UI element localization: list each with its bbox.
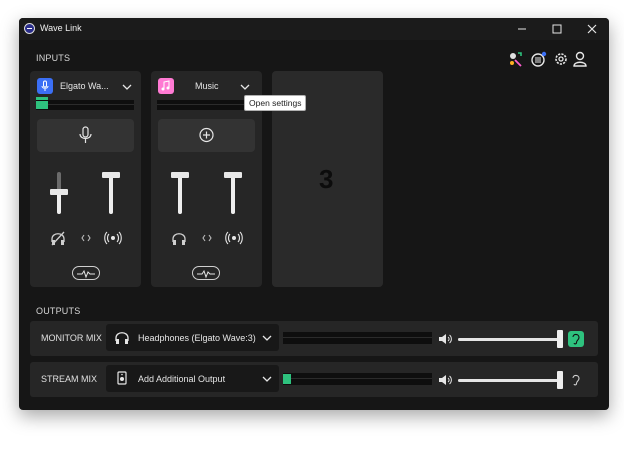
effects-icon[interactable] — [507, 50, 525, 68]
mute-microphone-button[interactable] — [37, 119, 134, 152]
slot-number: 3 — [319, 164, 334, 194]
output-device-name: Headphones (Elgato Wave:3) — [138, 333, 256, 343]
chevron-down-icon[interactable] — [118, 78, 136, 96]
broadcast-icon[interactable] — [225, 229, 243, 247]
output-volume-slider[interactable] — [458, 330, 563, 348]
input-level-meter — [36, 100, 134, 110]
speaker-volume-icon[interactable] — [436, 371, 454, 389]
music-chip[interactable] — [158, 78, 174, 94]
app-title: Wave Link — [40, 23, 82, 33]
output-device-select[interactable]: Headphones (Elgato Wave:3) — [106, 324, 279, 351]
headphones-icon — [113, 328, 131, 346]
effects-toggle-button[interactable] — [192, 266, 220, 280]
output-label: STREAM MIX — [41, 374, 98, 384]
input-channel-name[interactable]: Music — [195, 81, 235, 91]
input-level-meter-top — [36, 97, 134, 100]
account-icon[interactable] — [571, 50, 589, 68]
headphones-icon[interactable] — [170, 229, 188, 247]
close-icon[interactable] — [583, 20, 601, 38]
listen-ear-button[interactable] — [568, 372, 584, 388]
settings-icon[interactable] — [552, 50, 570, 68]
output-level-meter — [283, 373, 432, 385]
output-level-meter — [283, 332, 432, 344]
link-icon[interactable] — [77, 229, 95, 247]
outputs-section-label: OUTPUTS — [36, 306, 81, 316]
inputs-section-label: INPUTS — [36, 53, 71, 63]
monitor-mix-fader[interactable] — [171, 172, 189, 214]
minimize-icon[interactable] — [513, 20, 531, 38]
effects-toggle-button[interactable] — [72, 266, 100, 280]
open-settings-tooltip: Open settings — [244, 95, 307, 111]
chevron-down-icon — [258, 329, 276, 347]
output-row-stream-mix: STREAM MIX Add Additional Output — [30, 362, 598, 397]
maximize-icon[interactable] — [548, 20, 566, 38]
output-row-monitor-mix: MONITOR MIX Headphones (Elgato Wave:3) — [30, 321, 598, 356]
stream-mix-fader[interactable] — [102, 172, 120, 214]
output-device-name: Add Additional Output — [138, 374, 226, 384]
output-label: MONITOR MIX — [41, 333, 102, 343]
monitor-mix-fader[interactable] — [50, 172, 68, 214]
listen-ear-button[interactable] — [568, 331, 584, 347]
stream-mix-fader[interactable] — [224, 172, 242, 214]
chevron-down-icon[interactable] — [236, 78, 254, 96]
title-bar[interactable]: Wave Link — [19, 18, 609, 40]
chevron-down-icon — [258, 370, 276, 388]
wave-devices-icon[interactable] — [530, 50, 548, 68]
microphone-chip[interactable] — [37, 78, 53, 94]
output-device-select[interactable]: Add Additional Output — [106, 365, 279, 392]
input-level-meter — [157, 100, 255, 110]
add-input-button[interactable] — [158, 119, 255, 152]
input-channel-name[interactable]: Elgato Wa... — [60, 81, 116, 91]
input-channel-card: Elgato Wa... — [30, 71, 141, 287]
speaker-device-icon — [113, 369, 131, 387]
link-icon[interactable] — [198, 229, 216, 247]
broadcast-icon[interactable] — [104, 229, 122, 247]
output-volume-slider[interactable] — [458, 371, 563, 389]
wave-link-logo-icon — [24, 23, 35, 34]
headphones-muted-icon[interactable] — [49, 229, 67, 247]
speaker-volume-icon[interactable] — [436, 330, 454, 348]
wave-link-window: Wave Link INPUTS Elgato Wa... Music 3 OU… — [19, 18, 609, 410]
